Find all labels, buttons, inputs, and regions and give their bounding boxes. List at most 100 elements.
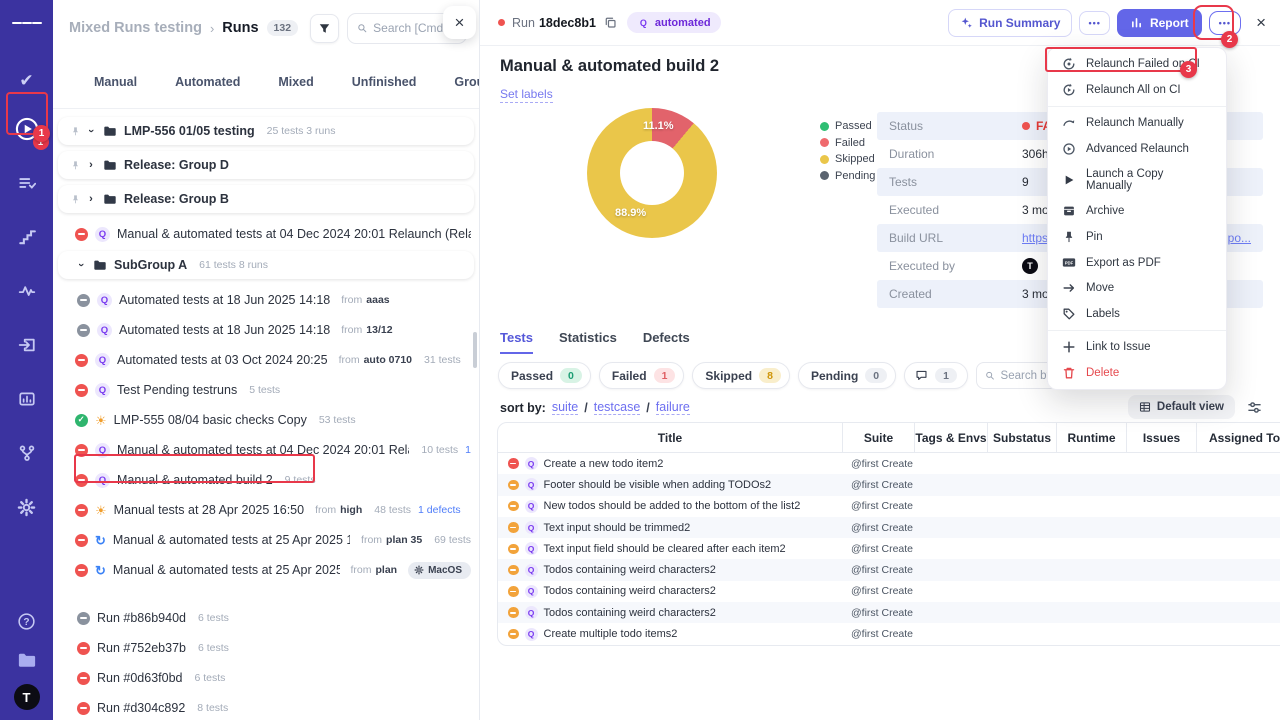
column-header-substatus[interactable]: Substatus (988, 423, 1057, 452)
milestones-icon[interactable] (12, 222, 42, 252)
run-summary-button[interactable]: Run Summary (948, 9, 1072, 37)
group-row[interactable]: ›LMP-556 01/05 testing25 tests 3 runs (58, 117, 474, 145)
run-actions-kebab-button[interactable]: ••• (1209, 11, 1241, 35)
column-header-tags-envs[interactable]: Tags & Envs (915, 423, 988, 452)
report-button[interactable]: Report (1117, 9, 1202, 37)
help-icon[interactable]: ? (12, 606, 42, 636)
legend-item-pending[interactable]: Pending (820, 170, 875, 182)
menu-item-advanced-relaunch[interactable]: Advanced Relaunch (1048, 136, 1226, 162)
filter-chip-passed[interactable]: Passed0 (498, 362, 591, 389)
tab-tests[interactable]: Tests (500, 330, 533, 354)
filter-chip-pending[interactable]: Pending0 (798, 362, 896, 389)
set-labels-link[interactable]: Set labels (500, 87, 553, 103)
menu-item-move[interactable]: Move (1048, 275, 1226, 301)
filter-chip-skipped[interactable]: Skipped8 (692, 362, 790, 389)
pulse-icon[interactable] (12, 276, 42, 306)
menu-item-link-to-issue[interactable]: Link to Issue (1048, 334, 1226, 360)
copy-icon[interactable] (604, 16, 617, 29)
group-row[interactable]: ›Release: Group D (58, 151, 474, 179)
tests-check-icon[interactable]: ✔ (12, 66, 42, 96)
menu-item-export-as-pdf[interactable]: PDFExport as PDF (1048, 250, 1226, 275)
menu-item-pin[interactable]: Pin (1048, 224, 1226, 250)
menu-item-relaunch-all-on-ci[interactable]: Relaunch All on CI (1048, 77, 1226, 103)
menu-item-launch-a-copy-manually[interactable]: Launch a Copy Manually (1048, 162, 1226, 198)
runs-play-icon[interactable]: 1 (12, 114, 42, 144)
run-row[interactable]: QTest Pending testruns5 tests (53, 375, 479, 405)
menu-item-labels[interactable]: Labels (1048, 301, 1226, 327)
test-plans-icon[interactable] (12, 168, 42, 198)
column-header-suite[interactable]: Suite (843, 423, 915, 452)
menu-item-delete[interactable]: Delete (1048, 360, 1226, 386)
tab-unfinished[interactable]: Unfinished (333, 75, 436, 89)
table-row[interactable]: QText input should be trimmed2@first Cre… (498, 517, 1280, 538)
group-row[interactable]: ›SubGroup A61 tests 8 runs (58, 251, 474, 279)
user-avatar[interactable]: T (14, 684, 40, 710)
build-url-link-tail[interactable]: po... (1228, 231, 1251, 245)
sort-suite-link[interactable]: suite (552, 400, 578, 415)
run-defects-count[interactable]: 1 defects (418, 504, 461, 516)
run-row[interactable]: QManual & automated tests at 04 Dec 2024… (53, 219, 479, 249)
column-header-assigned-to[interactable]: Assigned To (1197, 423, 1280, 452)
import-icon[interactable] (12, 330, 42, 360)
tab-groups[interactable]: Groups (435, 75, 480, 89)
run-summary-kebab-button[interactable]: ••• (1079, 11, 1109, 35)
legend-item-passed[interactable]: Passed (820, 120, 875, 132)
filter-button[interactable] (310, 14, 339, 43)
table-row[interactable]: QTodos containing weird characters2@firs… (498, 581, 1280, 602)
run-row[interactable]: QManual & automated build 29 tests (53, 465, 479, 495)
tab-statistics[interactable]: Statistics (559, 330, 617, 354)
run-row[interactable]: Run #b86b940d6 tests (53, 603, 479, 633)
table-row[interactable]: QTodos containing weird characters2@firs… (498, 559, 1280, 580)
chevron-right-icon[interactable]: › (86, 193, 96, 205)
run-row[interactable]: Run #d304c8928 tests (53, 693, 479, 720)
default-view-button[interactable]: Default view (1128, 395, 1235, 419)
legend-item-skipped[interactable]: Skipped (820, 153, 875, 165)
panel-close-button[interactable]: × (443, 6, 476, 39)
run-row[interactable]: QAutomated tests at 18 Jun 2025 14:18fro… (53, 315, 479, 345)
run-defects-count[interactable]: 1 (465, 444, 471, 456)
tab-manual[interactable]: Manual (75, 75, 156, 89)
filter-chip-failed[interactable]: Failed1 (599, 362, 685, 389)
chevron-down-icon[interactable]: › (75, 260, 87, 270)
table-row[interactable]: QFooter should be visible when adding TO… (498, 474, 1280, 495)
sort-failure-link[interactable]: failure (656, 400, 690, 415)
table-row[interactable]: QText input field should be cleared afte… (498, 538, 1280, 559)
run-row[interactable]: ☀LMP-555 08/04 basic checks Copy53 tests (53, 405, 479, 435)
legend-item-failed[interactable]: Failed (820, 137, 875, 149)
menu-item-relaunch-manually[interactable]: Relaunch Manually (1048, 110, 1226, 136)
projects-folder-icon[interactable] (12, 645, 42, 675)
settings-gear-icon[interactable] (12, 492, 42, 522)
menu-item-archive[interactable]: Archive (1048, 198, 1226, 224)
menu-icon[interactable] (12, 8, 42, 38)
tab-automated[interactable]: Automated (156, 75, 259, 89)
sort-testcase-link[interactable]: testcase (594, 400, 641, 415)
run-row[interactable]: Run #752eb37b6 tests (53, 633, 479, 663)
column-header-runtime[interactable]: Runtime (1057, 423, 1127, 452)
run-row[interactable]: ☀Manual tests at 28 Apr 2025 16:50fromhi… (53, 495, 479, 525)
column-header-issues[interactable]: Issues (1127, 423, 1197, 452)
column-header-title[interactable]: Title (498, 423, 843, 452)
run-row[interactable]: ↻Manual & automated tests at 25 Apr 2025… (53, 525, 479, 555)
table-row[interactable]: QCreate a new todo item2@first Create ..… (498, 453, 1280, 474)
branches-icon[interactable] (12, 438, 42, 468)
column-settings-icon[interactable] (1247, 400, 1262, 415)
runs-scrollbar[interactable] (473, 332, 477, 368)
run-row[interactable]: QAutomated tests at 03 Oct 2024 20:25fro… (53, 345, 479, 375)
tab-mixed[interactable]: Mixed (259, 75, 332, 89)
run-row[interactable]: Run #0d63f0bd6 tests (53, 663, 479, 693)
run-row[interactable]: ↻Manual & automated tests at 25 Apr 2025… (53, 555, 479, 585)
table-row[interactable]: QCreate multiple todo items2@first Creat… (498, 623, 1280, 644)
detail-close-icon[interactable]: × (1256, 13, 1266, 33)
table-row[interactable]: QTodos containing weird characters2@firs… (498, 602, 1280, 623)
menu-item-relaunch-failed-on-ci[interactable]: Relaunch Failed on CI (1048, 51, 1226, 77)
group-row[interactable]: ›Release: Group B (58, 185, 474, 213)
breadcrumb-project[interactable]: Mixed Runs testing (69, 20, 202, 36)
run-row[interactable]: QManual & automated tests at 04 Dec 2024… (53, 435, 479, 465)
tab-defects[interactable]: Defects (643, 330, 690, 354)
chevron-right-icon[interactable]: › (86, 159, 96, 171)
run-row[interactable]: QAutomated tests at 18 Jun 2025 14:18fro… (53, 285, 479, 315)
analytics-icon[interactable] (12, 384, 42, 414)
automated-badge[interactable]: Q automated (627, 12, 721, 33)
chevron-down-icon[interactable]: › (85, 126, 97, 136)
table-row[interactable]: QNew todos should be added to the bottom… (498, 496, 1280, 517)
